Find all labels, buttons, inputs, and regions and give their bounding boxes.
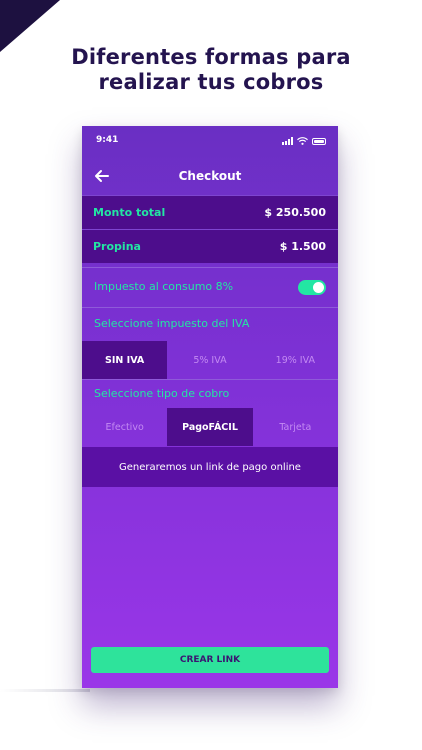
- navigation-bar: Checkout: [82, 162, 338, 190]
- consumption-tax-row: Impuesto al consumo 8%: [82, 267, 338, 307]
- headline-line-1: Diferentes formas para: [71, 45, 351, 69]
- wifi-icon: [297, 137, 308, 145]
- payment-type-label: Seleccione tipo de cobro: [94, 387, 230, 400]
- iva-selector: SIN IVA 5% IVA 19% IVA: [82, 341, 338, 379]
- signal-icon: [282, 137, 293, 145]
- payment-type-section: Seleccione tipo de cobro Efectivo PagoFÁ…: [82, 379, 338, 447]
- status-icons: [282, 135, 326, 145]
- floor-shadow-line: [0, 689, 90, 692]
- headline-line-2: realizar tus cobros: [98, 70, 324, 94]
- battery-icon: [312, 138, 326, 145]
- tip-row: Propina $ 1.500: [82, 229, 338, 263]
- status-bar: 9:41: [82, 126, 338, 154]
- consumption-tax-label: Impuesto al consumo 8%: [94, 280, 234, 293]
- payment-option-pagofacil[interactable]: PagoFÁCIL: [167, 408, 253, 446]
- tip-value: $ 1.500: [279, 240, 326, 253]
- iva-option-sin-iva[interactable]: SIN IVA: [82, 341, 168, 379]
- page-title: Checkout: [178, 169, 242, 183]
- iva-label: Seleccione impuesto del IVA: [94, 317, 250, 330]
- payment-link-info: Generaremos un link de pago online: [82, 447, 338, 487]
- consumption-tax-toggle[interactable]: [298, 280, 326, 295]
- status-time: 9:41: [96, 135, 119, 145]
- total-amount-label: Monto total: [93, 206, 166, 219]
- total-amount-row: Monto total $ 250.500: [82, 195, 338, 229]
- payment-type-selector: Efectivo PagoFÁCIL Tarjeta: [82, 408, 338, 446]
- tip-label: Propina: [93, 240, 141, 253]
- headline: Diferentes formas para realizar tus cobr…: [0, 45, 422, 95]
- payment-option-efectivo[interactable]: Efectivo: [82, 408, 167, 446]
- iva-section: Seleccione impuesto del IVA SIN IVA 5% I…: [82, 307, 338, 379]
- iva-option-5[interactable]: 5% IVA: [167, 341, 252, 379]
- total-amount-value: $ 250.500: [264, 206, 326, 219]
- create-link-button[interactable]: CREAR LINK: [91, 647, 329, 673]
- iva-option-19[interactable]: 19% IVA: [253, 341, 338, 379]
- toggle-knob: [313, 282, 324, 293]
- payment-option-tarjeta[interactable]: Tarjeta: [253, 408, 338, 446]
- phone-screen: 9:41 Checkout Monto total $ 250.500 Prop…: [82, 126, 338, 688]
